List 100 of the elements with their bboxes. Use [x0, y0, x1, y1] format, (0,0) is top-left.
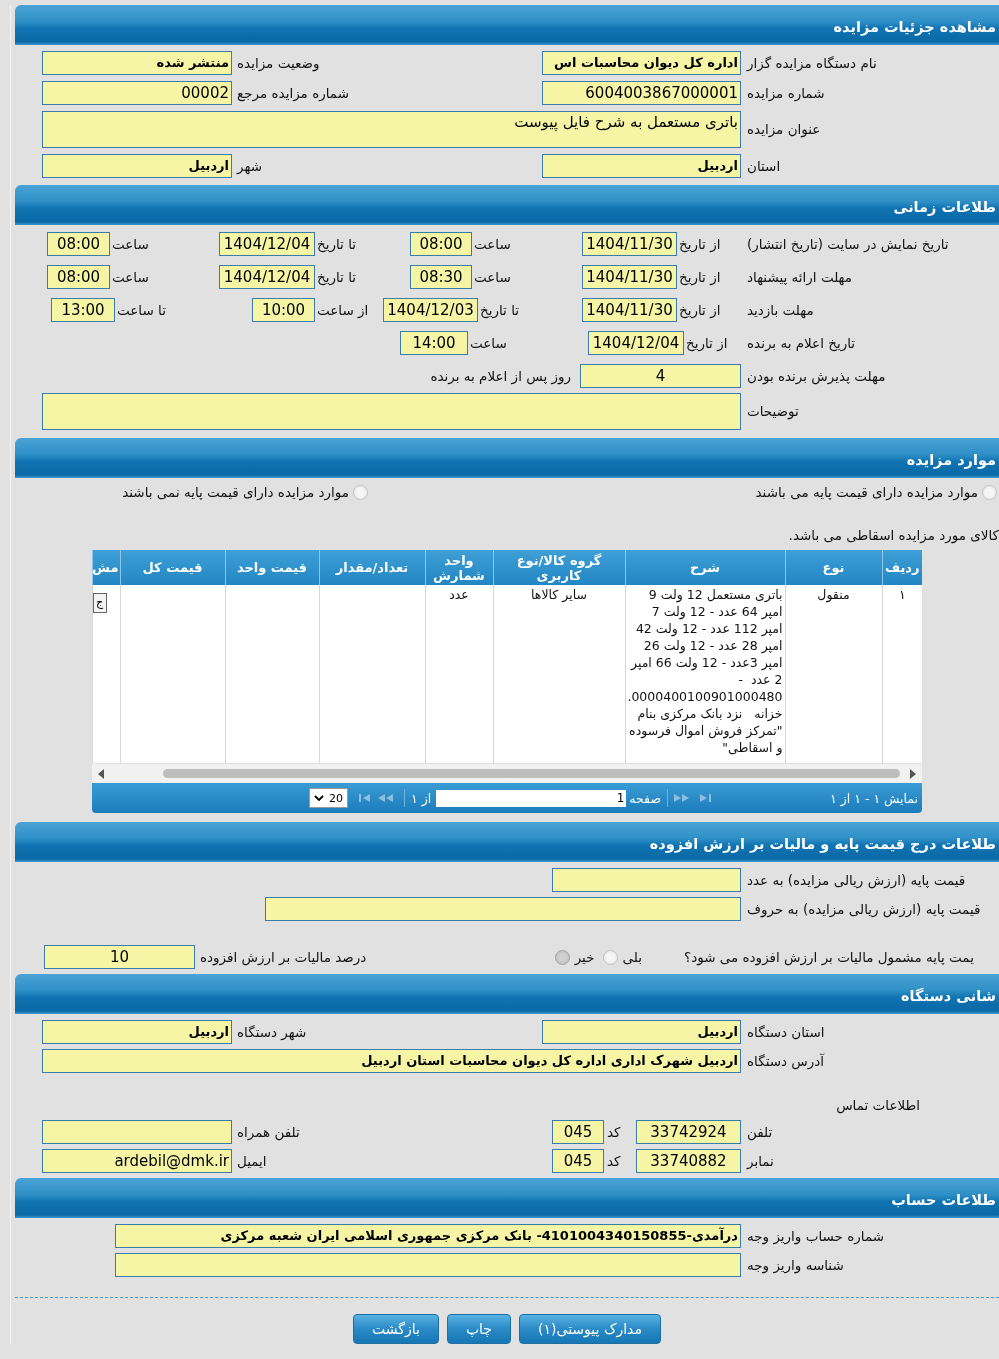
input-field[interactable]: 6004003867000001: [542, 81, 741, 105]
input-field[interactable]: اردبیل: [542, 154, 741, 178]
double-arrow-icon[interactable]: [378, 793, 395, 803]
section-header: طلاعات زمانی: [15, 185, 999, 225]
input-field[interactable]: [115, 1253, 741, 1277]
field-label: ساعت: [473, 236, 512, 252]
radio-button[interactable]: [353, 484, 368, 500]
field-label: ساعت: [111, 236, 150, 252]
input-field[interactable]: 045: [552, 1149, 604, 1173]
field-label: شماره مزایده مرجع: [236, 85, 350, 101]
field-label: کد: [606, 1153, 622, 1169]
input-field[interactable]: [265, 897, 741, 921]
input-field[interactable]: 08:00: [410, 232, 472, 256]
input-field[interactable]: 33742924: [636, 1120, 741, 1144]
input-field[interactable]: [552, 868, 741, 892]
field-label: ساعت: [469, 335, 508, 351]
field-label: شناسه واریز وجه: [746, 1257, 845, 1273]
double-arrow-icon[interactable]: [674, 793, 690, 803]
page-size-select[interactable]: 20: [309, 788, 349, 808]
input-field[interactable]: 08:00: [47, 232, 110, 256]
field-label: از تاریخ: [678, 269, 722, 285]
input-field[interactable]: 08:00: [47, 265, 110, 289]
input-field[interactable]: 10:00: [252, 298, 315, 322]
field-label: کد: [606, 1124, 622, 1140]
field-label: ساعت: [111, 269, 150, 285]
field-label: عنوان مزایده: [746, 120, 822, 140]
input-field[interactable]: 1404/12/04: [588, 331, 684, 355]
field-label: استان: [746, 158, 782, 174]
scroll-right-icon[interactable]: [910, 768, 916, 779]
field-label: مهلت پذیرش برنده بودن: [746, 368, 887, 384]
attachments-button[interactable]: مدارک پیوستی(۱): [519, 1314, 661, 1344]
input-field[interactable]: 00002: [42, 81, 232, 105]
input-field[interactable]: 1404/11/30: [582, 232, 677, 256]
input-field[interactable]: 1404/12/03: [383, 298, 478, 322]
scroll-left-icon[interactable]: [98, 768, 104, 779]
input-field[interactable]: 08:30: [410, 265, 472, 289]
section-header: موارد مزایده: [15, 438, 999, 478]
radio-button[interactable]: [982, 484, 997, 500]
input-field[interactable]: 10: [44, 945, 195, 969]
section-header: طلاعات حساب: [15, 1178, 999, 1218]
field-label: شهر: [235, 158, 263, 174]
input-field[interactable]: 4: [580, 364, 741, 388]
input-field[interactable]: اردبیل: [42, 1020, 232, 1044]
input-field[interactable]: منتشر شده: [42, 51, 232, 75]
input-field[interactable]: اردبیل: [542, 1020, 741, 1044]
field-label: تا تاریخ: [316, 269, 358, 285]
arrow-bar-icon[interactable]: [358, 793, 371, 803]
field-label: از تاریخ: [678, 236, 722, 252]
input-field[interactable]: 13:00: [51, 298, 115, 322]
field-label: نام دستگاه مزایده گزار: [745, 55, 878, 71]
input-field[interactable]: [42, 1120, 232, 1144]
column-header: واحد شمارش: [425, 550, 493, 585]
field-label: از تاریخ: [685, 335, 729, 351]
field-label: تا تاریخ: [316, 236, 358, 252]
input-field[interactable]: اداره کل دیوان محاسبات اس: [542, 51, 741, 75]
field-label: شماره مزایده: [746, 85, 826, 101]
input-field[interactable]: درآمدی-4101004340150855- بانک مرکزی جمهوری اسلامی ایران شعبه مرکزی: [115, 1224, 741, 1248]
text-area[interactable]: باتری مستعمل به شرح فایل پیوست: [42, 111, 741, 148]
pager-summary: نمایش ۱ - ۱ از ۱: [829, 790, 918, 806]
section-header: مشاهده جزئیات مزایده: [15, 5, 999, 45]
column-header: نوع: [785, 550, 882, 585]
option-label: بلی: [622, 949, 642, 965]
field-label: تلفن: [746, 1124, 774, 1140]
column-header: تعداد/مقدار: [319, 550, 425, 585]
column-header: قیمت کل: [120, 550, 225, 585]
back-button[interactable]: بازگشت: [353, 1314, 439, 1344]
field-label: تلفن همراه: [236, 1124, 301, 1140]
column-header: گروه کالا/نوع کاربری: [493, 550, 625, 585]
input-field[interactable]: 1404/11/30: [582, 265, 677, 289]
field-label: تاریخ نمایش در سایت (تاریخ انتشار): [746, 236, 950, 252]
field-label: درصد مالیات بر ارزش افزوده: [199, 949, 367, 965]
chevron-down-icon: [314, 795, 325, 801]
horizontal-scrollbar[interactable]: [92, 763, 922, 783]
input-field[interactable]: 1404/12/04: [219, 232, 315, 256]
field-label: ایمیل: [236, 1153, 268, 1169]
arrow-bar-icon[interactable]: [700, 793, 712, 803]
input-field[interactable]: 1404/12/04: [219, 265, 315, 289]
input-field[interactable]: 14:00: [400, 331, 468, 355]
field-label: وضعیت مزایده: [236, 55, 321, 71]
input-field[interactable]: اردبیل شهرک اداری اداره کل دیوان محاسبات استان اردبیل: [42, 1049, 741, 1073]
input-field[interactable]: 045: [552, 1120, 604, 1144]
option-label: موارد مزایده دارای قیمت پایه می باشند: [755, 484, 978, 500]
page-number-field[interactable]: 1: [436, 789, 627, 807]
input-field[interactable]: 1404/11/30: [582, 298, 677, 322]
radio-button[interactable]: [554, 949, 570, 965]
radio-button[interactable]: [602, 949, 618, 965]
note-text: کالای مورد مزایده اسقاطی می باشد.: [787, 526, 999, 545]
field-label: مهلت بازدید: [746, 302, 815, 318]
table-button[interactable]: ج: [92, 593, 107, 613]
text-area[interactable]: [42, 393, 741, 430]
column-header: شرح: [625, 550, 785, 585]
input-field[interactable]: اردبیل: [42, 154, 232, 178]
field-label: از تاریخ: [678, 302, 722, 318]
input-field[interactable]: 33740882: [636, 1149, 741, 1173]
column-header: مش: [92, 550, 120, 585]
input-field[interactable]: ardebil@dmk.ir: [42, 1149, 232, 1173]
field-label: آدرس دستگاه: [746, 1053, 826, 1069]
print-button[interactable]: چاپ: [446, 1314, 511, 1344]
option-label: موارد مزایده دارای قیمت پایه نمی باشند: [122, 484, 349, 500]
scrollbar-thumb[interactable]: [163, 769, 900, 778]
